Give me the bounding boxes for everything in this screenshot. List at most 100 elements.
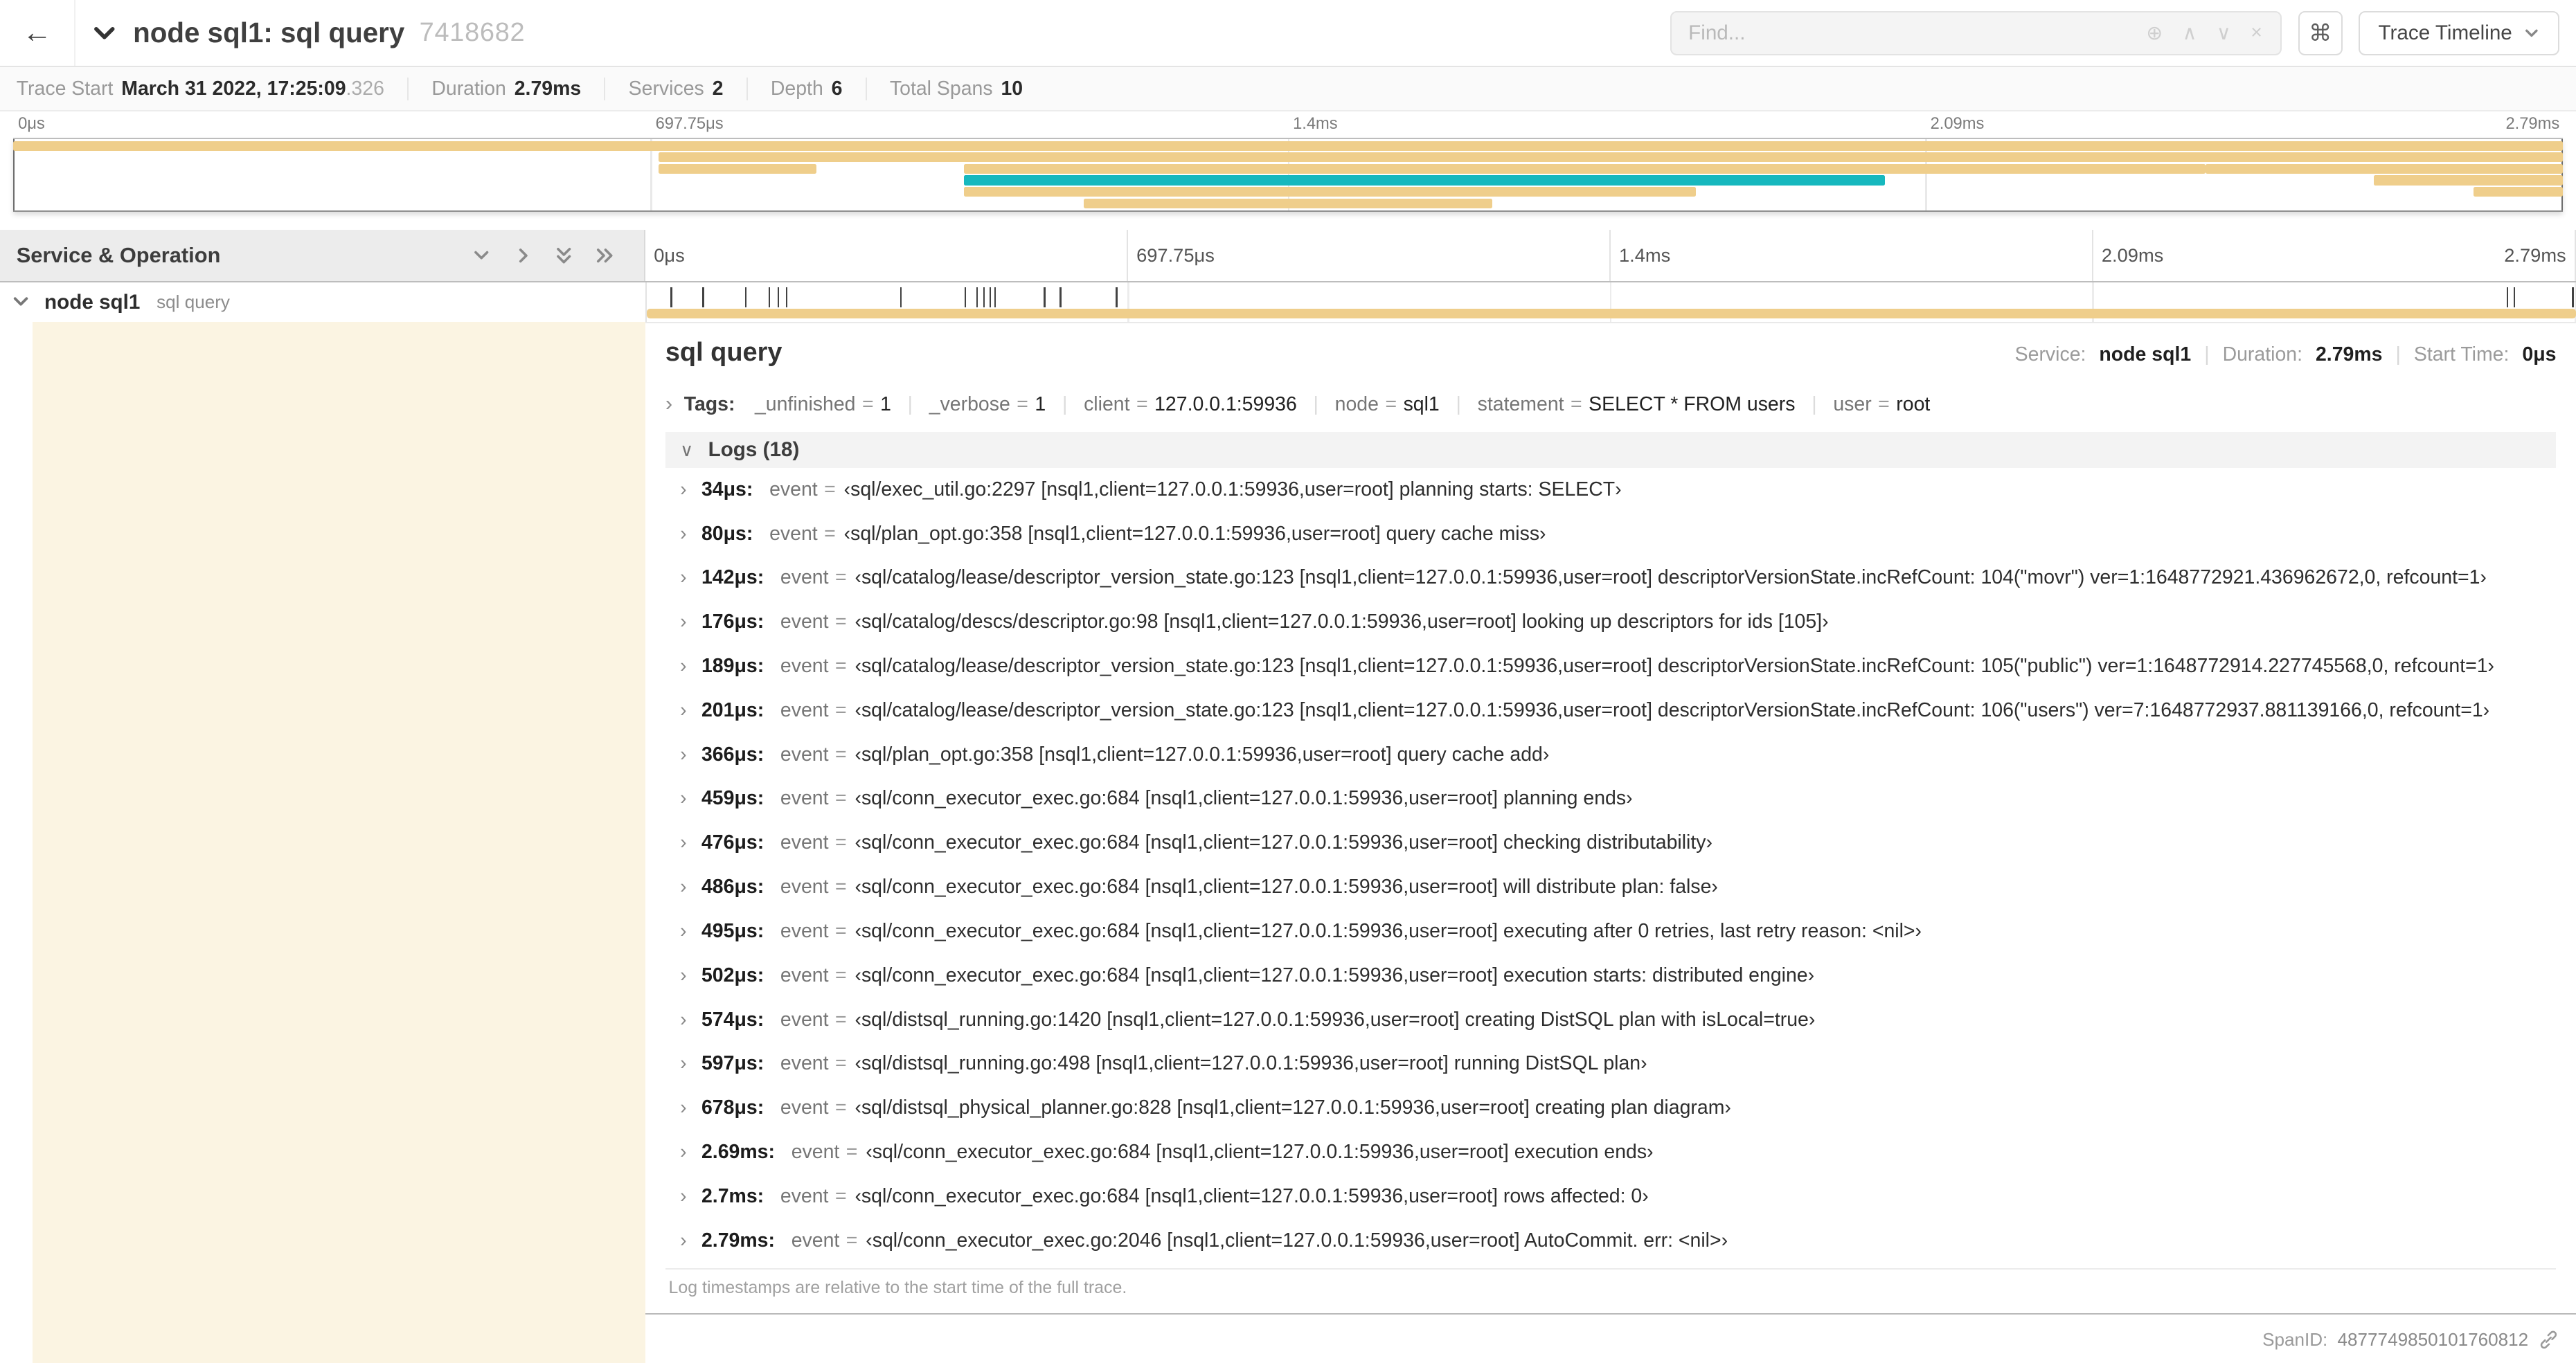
chevron-down-icon[interactable]	[12, 293, 30, 311]
tag-key: node	[1334, 392, 1379, 415]
equals-sign: =	[834, 698, 847, 721]
summary-item-label: Duration	[431, 77, 506, 100]
summary-item-label: Depth	[770, 77, 823, 100]
expand-all-icon[interactable]	[595, 246, 614, 265]
log-field-key: event	[769, 478, 818, 500]
span-detail-header: sql query Service: node sql1 | Duration:…	[665, 338, 2557, 368]
span-operation-name: sql query	[156, 291, 230, 313]
log-field-value: ‹sql/conn_executor_exec.go:684 [nsql1,cl…	[855, 964, 1815, 986]
timeline-header: Service & Operation 0μs 697.75μs 1.4ms 2.09…	[0, 230, 2576, 283]
page-header: ← node sql1: sql query 7418682 ⊕ ∧ ∨ × ⌘…	[0, 0, 2576, 68]
log-row[interactable]: › 189μs: event = ‹sql/catalog/lease/descript…	[665, 645, 2557, 689]
chevron-down-icon	[93, 26, 115, 39]
summary-item: Trace Start March 31 2022, 17:25:09.326	[16, 77, 409, 100]
log-field-key: event	[780, 787, 829, 810]
log-field-value: ‹sql/catalog/lease/descriptor_version_st…	[855, 698, 2490, 721]
find-group: ⊕ ∧ ∨ ×	[1670, 10, 2282, 55]
log-field-value: ‹sql/catalog/lease/descriptor_version_st…	[855, 566, 2487, 589]
log-marker	[900, 287, 902, 307]
chevron-right-icon: ›	[680, 1229, 687, 1252]
find-input[interactable]	[1672, 21, 2129, 45]
zoom-icon[interactable]: ⊕	[2146, 21, 2163, 45]
summary-item-suffix: .326	[346, 77, 384, 100]
minimap-canvas[interactable]	[12, 138, 2563, 213]
log-timestamp: 2.7ms:	[701, 1184, 764, 1207]
minimap-tick-label: 1.4ms	[1293, 115, 1338, 134]
back-button[interactable]: ←	[0, 0, 76, 66]
expand-one-icon[interactable]	[513, 246, 533, 265]
log-row[interactable]: › 2.7ms: event = ‹sql/conn_executor_exec.go:…	[665, 1175, 2557, 1220]
equals-sign: =	[834, 611, 847, 633]
log-row[interactable]: › 495μs: event = ‹sql/conn_executor_exec.go:…	[665, 910, 2557, 955]
span-row-track[interactable]	[645, 282, 2576, 322]
start-time-label: Start Time:	[2413, 343, 2510, 366]
tags-accordion[interactable]: › Tags: _unfinished = 1 | _verbose = 1 | client =…	[665, 391, 2557, 416]
log-row[interactable]: › 80μs: event = ‹sql/plan_opt.go:358 [nsql1,…	[665, 512, 2557, 557]
log-row[interactable]: › 502μs: event = ‹sql/conn_executor_exec.go:…	[665, 955, 2557, 999]
log-field-value: ‹sql/plan_opt.go:358 [nsql1,client=127.0…	[855, 743, 1550, 766]
equals-sign: =	[834, 566, 847, 589]
chevron-right-icon: ›	[680, 698, 687, 721]
collapse-one-icon[interactable]	[472, 246, 491, 265]
logs-accordion-header[interactable]: ∨ Logs (18)	[665, 432, 2557, 469]
log-row[interactable]: › 2.79ms: event = ‹sql/conn_executor_exec.go…	[665, 1220, 2557, 1264]
chevron-right-icon: ›	[665, 390, 673, 415]
summary-item-label: Trace Start	[16, 77, 114, 100]
log-row[interactable]: › 34μs: event = ‹sql/exec_util.go:2297 [nsql…	[665, 468, 2557, 512]
minimap-tick-label: 2.09ms	[1930, 115, 1985, 134]
log-field-key: event	[769, 522, 818, 545]
tag-value: 1	[880, 392, 891, 415]
collapse-all-icon[interactable]	[554, 246, 573, 265]
log-timestamp: 502μs:	[701, 964, 764, 986]
clear-icon[interactable]: ×	[2251, 21, 2262, 44]
span-service-name: node sql1	[44, 290, 141, 314]
log-row[interactable]: › 201μs: event = ‹sql/catalog/lease/descript…	[665, 689, 2557, 734]
log-row[interactable]: › 176μs: event = ‹sql/catalog/descs/descript…	[665, 601, 2557, 645]
header-collapse-toggle[interactable]	[92, 21, 117, 46]
summary-item-label: Total Spans	[889, 77, 993, 100]
log-field-value: ‹sql/distsql_physical_planner.go:828 [ns…	[855, 1096, 1731, 1119]
next-match-icon[interactable]: ∨	[2217, 21, 2231, 45]
tag-value: 1	[1035, 392, 1046, 415]
logs-list: › 34μs: event = ‹sql/exec_util.go:2297 [nsql…	[665, 468, 2557, 1263]
tag-key: user	[1833, 392, 1872, 415]
summary-item-label: Services	[628, 77, 704, 100]
equals-sign: =	[834, 1096, 847, 1119]
span-bar[interactable]	[647, 309, 2576, 319]
tag-key: statement	[1477, 392, 1564, 415]
timeline-minimap: 0μs 697.75μs 1.4ms 2.09ms 2.79ms	[0, 111, 2576, 213]
service-label: Service:	[2014, 343, 2086, 366]
equals-sign: =	[846, 1141, 858, 1164]
log-row[interactable]: › 486μs: event = ‹sql/conn_executor_exec.go:…	[665, 866, 2557, 910]
keyboard-shortcuts-button[interactable]: ⌘	[2298, 10, 2343, 55]
ruler-tick-label: 0μs	[654, 244, 685, 267]
timeline-ruler[interactable]: 0μs 697.75μs 1.4ms 2.09ms 2.79ms	[645, 230, 2576, 282]
log-row[interactable]: › 366μs: event = ‹sql/plan_opt.go:358 [nsql1…	[665, 733, 2557, 777]
log-row[interactable]: › 2.69ms: event = ‹sql/conn_executor_exec.go…	[665, 1131, 2557, 1175]
log-row[interactable]: › 597μs: event = ‹sql/distsql_running.go:498…	[665, 1042, 2557, 1087]
span-row-name[interactable]: node sql1 sql query	[0, 282, 645, 322]
log-row[interactable]: › 142μs: event = ‹sql/catalog/lease/descript…	[665, 557, 2557, 601]
view-selector-button[interactable]: Trace Timeline	[2359, 10, 2560, 55]
log-row[interactable]: › 476μs: event = ‹sql/conn_executor_exec.go:…	[665, 822, 2557, 866]
tag-separator: |	[1062, 392, 1068, 415]
chevron-right-icon: ›	[680, 831, 687, 854]
log-field-key: event	[780, 566, 829, 589]
chevron-right-icon: ›	[680, 654, 687, 677]
log-row[interactable]: › 459μs: event = ‹sql/conn_executor_exec.go:…	[665, 777, 2557, 822]
log-timestamp: 459μs:	[701, 787, 764, 810]
command-icon: ⌘	[2309, 20, 2332, 46]
equals-sign: =	[861, 392, 874, 415]
duration-label: Duration:	[2222, 343, 2303, 366]
minimap-tick-label: 0μs	[18, 115, 45, 134]
link-icon[interactable]	[2538, 1329, 2559, 1351]
minimap-span	[964, 187, 1697, 197]
prev-match-icon[interactable]: ∧	[2183, 21, 2197, 45]
tag-separator: |	[1313, 392, 1318, 415]
minimap-span	[658, 152, 2563, 163]
log-field-key: event	[780, 831, 829, 854]
log-field-value: ‹sql/conn_executor_exec.go:684 [nsql1,cl…	[855, 876, 1718, 899]
ruler-tick-label: 1.4ms	[1618, 244, 1671, 267]
log-row[interactable]: › 574μs: event = ‹sql/distsql_running.go:142…	[665, 998, 2557, 1042]
log-row[interactable]: › 678μs: event = ‹sql/distsql_physical_plann…	[665, 1087, 2557, 1131]
